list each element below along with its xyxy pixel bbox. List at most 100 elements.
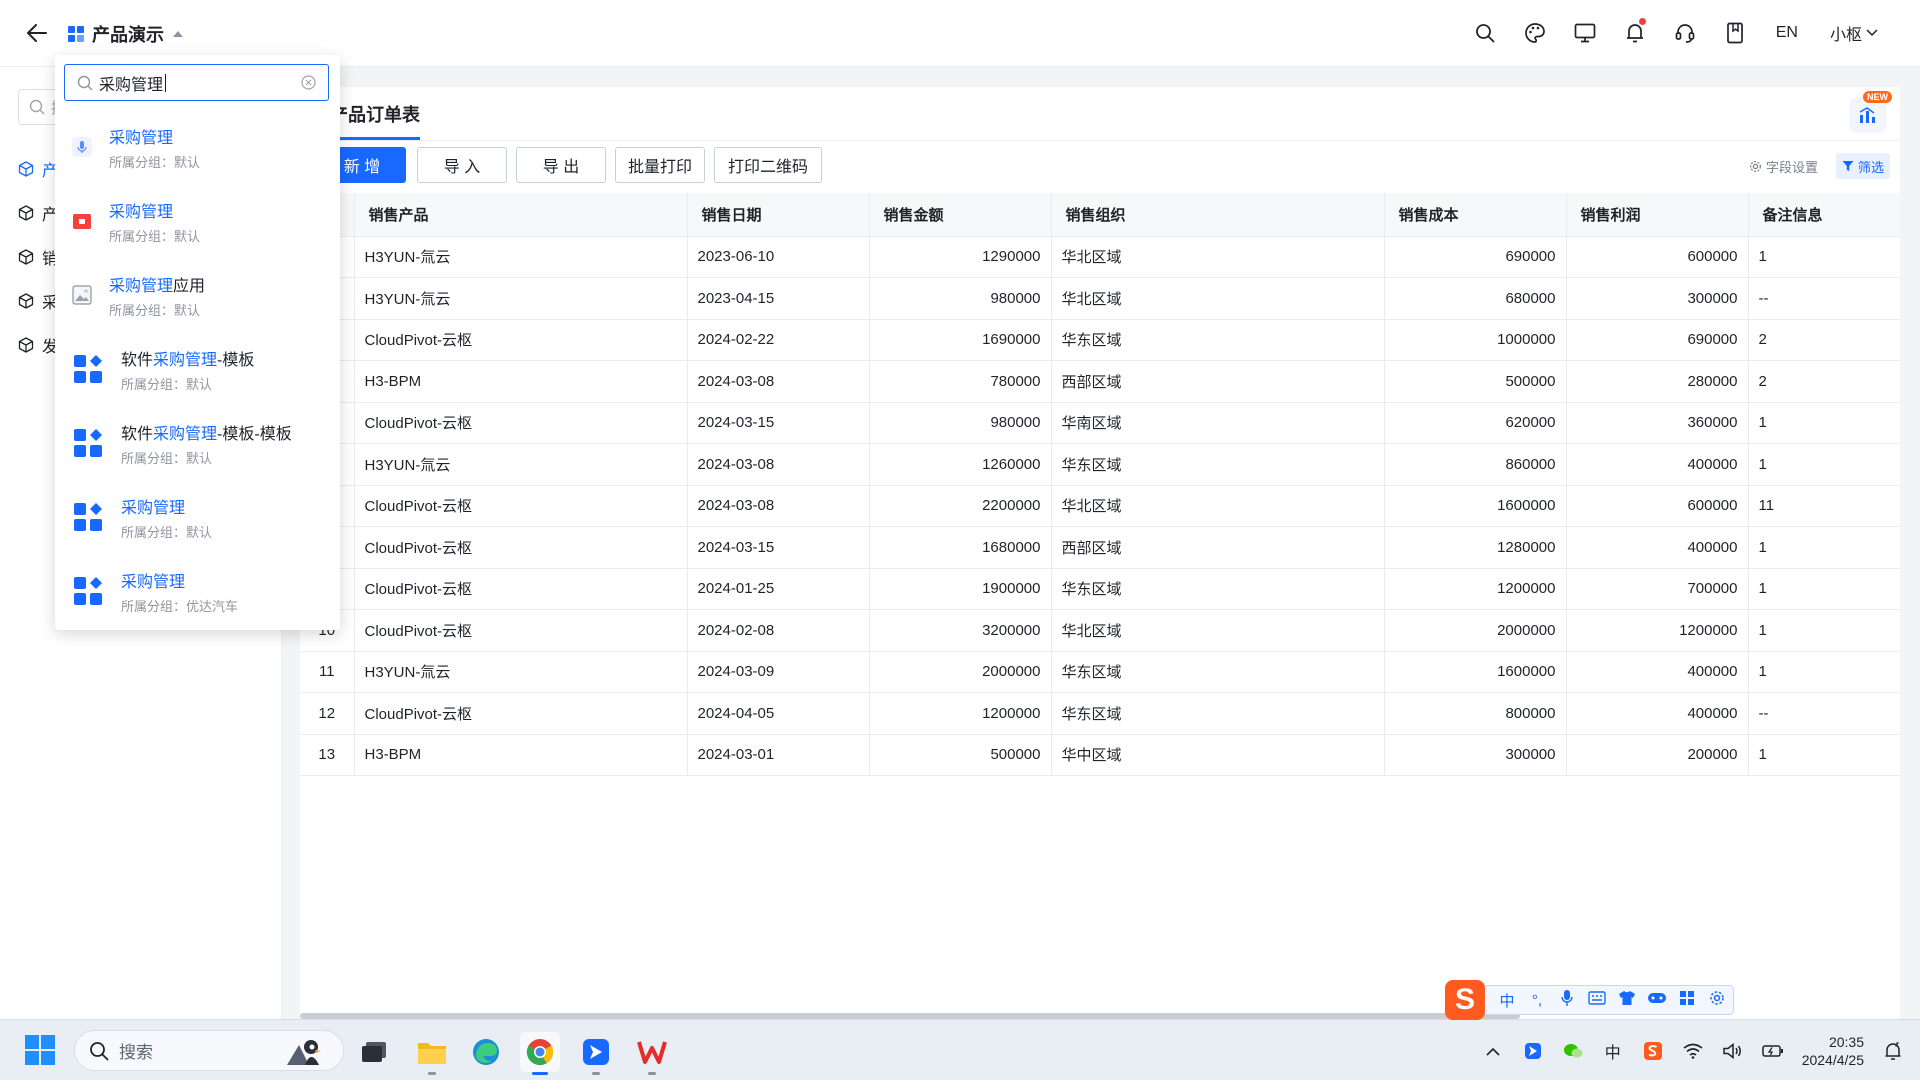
battery-icon[interactable]	[1761, 1040, 1784, 1062]
app-search-input[interactable]: 采购管理	[64, 64, 329, 101]
table-header-row: 销售产品 销售日期 销售金额 销售组织 销售成本 销售利润 备注信息	[300, 193, 1900, 237]
app-switcher[interactable]: 产品演示	[68, 20, 184, 48]
system-clock[interactable]: 20:35 2024/4/25	[1802, 1033, 1864, 1069]
search-result-item[interactable]: 采购管理 所属分组：优达汽车	[69, 559, 329, 623]
table-row[interactable]: 13 H3-BPM 2024-03-01 500000 华中区域 300000 200000…	[300, 734, 1900, 776]
ime-settings-icon[interactable]	[1707, 990, 1727, 1010]
table-row[interactable]: 4H3-BPM2024-03-08780000西部区域5000002800002	[300, 360, 1900, 403]
table-row[interactable]: 8CloudPivot-云枢2024-03-151680000西部区域12800…	[300, 526, 1900, 569]
bookmark-book-icon[interactable]	[1710, 16, 1760, 50]
column-header-org[interactable]: 销售组织	[1051, 193, 1385, 237]
palette-icon[interactable]	[1510, 16, 1560, 50]
taskbar-app-feishu-bird[interactable]	[576, 1032, 616, 1075]
table-row[interactable]: 6H3YUN-氚云2024-03-081260000华东区域8600004000…	[300, 443, 1900, 486]
ime-game-icon[interactable]	[1647, 991, 1667, 1009]
red-box-app-icon	[69, 208, 95, 234]
field-settings-button[interactable]: 字段设置	[1743, 153, 1824, 179]
cell-cost: 1600000	[1384, 485, 1567, 527]
table-row[interactable]: 5CloudPivot-云枢2024-03-15980000华南区域620000…	[300, 402, 1900, 444]
column-header-product[interactable]: 销售产品	[354, 193, 688, 237]
table-row[interactable]: 10 CloudPivot-云枢 2024-02-08 3200000 华北区域 2000…	[300, 609, 1900, 652]
print-qr-button[interactable]: 打印二维码	[714, 147, 822, 183]
clear-icon[interactable]	[301, 75, 316, 94]
search-result-name: 采购管理	[121, 494, 212, 518]
cell-profit: 400000	[1566, 526, 1749, 569]
language-switch[interactable]: EN	[1760, 24, 1814, 42]
import-button[interactable]: 导 入	[417, 147, 507, 183]
ime-skin-shirt-icon[interactable]	[1617, 990, 1637, 1010]
cell-note: 1	[1748, 651, 1900, 693]
tray-feishu-icon[interactable]	[1522, 1040, 1544, 1062]
sogou-logo-icon[interactable]: S	[1445, 980, 1485, 1020]
tray-ime-mode[interactable]: 中	[1602, 1040, 1624, 1062]
ime-punctuation[interactable]: °,	[1527, 992, 1547, 1009]
ime-keyboard-icon[interactable]	[1587, 991, 1607, 1009]
search-result-item[interactable]: 采购管理应用 所属分组：默认	[69, 263, 329, 327]
cell-product: H3YUN-氚云	[354, 651, 688, 693]
ime-chinese-mode[interactable]: 中	[1497, 990, 1517, 1011]
taskbar-app-chrome[interactable]	[520, 1032, 560, 1075]
cell-profit: 400000	[1566, 651, 1749, 693]
filter-button[interactable]: 筛选	[1835, 153, 1890, 179]
tray-wechat-icon[interactable]	[1562, 1040, 1584, 1062]
back-arrow-icon[interactable]	[24, 20, 50, 46]
taskbar-app-wps[interactable]	[632, 1032, 672, 1075]
cell-profit: 360000	[1566, 402, 1749, 444]
column-header-cost[interactable]: 销售成本	[1384, 193, 1567, 237]
search-result-item[interactable]: 采购管理 所属分组：默认	[69, 189, 329, 253]
search-result-item[interactable]: 采购管理 所属分组：默认	[69, 485, 329, 549]
taskbar-app-file-explorer[interactable]	[412, 1032, 452, 1075]
batch-print-button[interactable]: 批量打印	[615, 147, 705, 183]
cell-product: CloudPivot-云枢	[354, 526, 688, 569]
table-row[interactable]: 9CloudPivot-云枢2024-01-251900000华东区域12000…	[300, 568, 1900, 610]
notification-center-icon[interactable]	[1882, 1040, 1904, 1062]
cell-date: 2024-03-08	[687, 485, 870, 527]
taskbar-app-task-view[interactable]	[354, 1032, 394, 1072]
search-icon	[90, 1041, 109, 1060]
table-row[interactable]: 12 CloudPivot-云枢 2024-04-05 1200000 华东区域 8000…	[300, 692, 1900, 735]
search-result-group: 所属分组：默认	[121, 376, 213, 392]
column-header-date[interactable]: 销售日期	[687, 193, 870, 237]
table-row[interactable]: 1 H3YUN-氚云2023-06-101290000华北区域6900006000…	[300, 236, 1900, 278]
text-caret	[165, 73, 167, 92]
page-title: 产品订单表	[330, 101, 420, 140]
search-result-group: 所属分组：默认	[109, 228, 201, 244]
user-menu[interactable]: 小枢	[1814, 21, 1894, 45]
cell-note: 1	[1748, 236, 1900, 278]
chevron-up-icon[interactable]	[1482, 1040, 1504, 1062]
ime-voice-icon[interactable]	[1557, 989, 1577, 1011]
search-result-item[interactable]: 采购管理 所属分组：默认	[69, 115, 329, 179]
cell-profit: 280000	[1566, 360, 1749, 403]
monitor-icon[interactable]	[1560, 16, 1610, 50]
column-header-profit[interactable]: 销售利润	[1566, 193, 1749, 237]
wifi-icon[interactable]	[1682, 1040, 1704, 1062]
cube-icon	[18, 161, 34, 177]
search-result-item[interactable]: 软件采购管理-模板 所属分组：默认	[69, 337, 329, 401]
cell-amount: 1290000	[869, 236, 1052, 278]
cell-date: 2024-02-22	[687, 319, 870, 361]
app-search-value: 采购管理	[99, 76, 164, 94]
taskbar-app-edge[interactable]	[466, 1032, 506, 1072]
ime-toolbox-icon[interactable]	[1677, 990, 1697, 1010]
export-button[interactable]: 导 出	[516, 147, 606, 183]
bell-icon[interactable]	[1610, 16, 1660, 50]
table-row[interactable]: 7CloudPivot-云枢2024-03-082200000华北区域16000…	[300, 485, 1900, 527]
cell-cost: 300000	[1384, 734, 1567, 776]
windows-start-icon[interactable]	[24, 1034, 56, 1066]
table-row[interactable]: 3CloudPivot-云枢2024-02-221690000华东区域10000…	[300, 319, 1900, 361]
taskbar-search[interactable]: 搜索	[74, 1030, 344, 1071]
chart-analysis-button[interactable]: NEW	[1850, 91, 1892, 133]
cell-cost: 680000	[1384, 277, 1567, 320]
cell-amount: 500000	[869, 734, 1052, 776]
table-row[interactable]: 2H3YUN-氚云2023-04-15980000华北区域68000030000…	[300, 277, 1900, 320]
search-result-meta: 采购管理 所属分组：默认	[121, 494, 212, 541]
search-icon[interactable]	[1460, 16, 1510, 50]
column-header-amount[interactable]: 销售金额	[869, 193, 1052, 237]
main-panel: 产品订单表 NEW 新 增 导 入 导 出 批量打印 打印二维码 字段设置 筛选	[300, 87, 1900, 1019]
volume-icon[interactable]	[1722, 1040, 1744, 1062]
column-header-note[interactable]: 备注信息	[1748, 193, 1900, 237]
table-row[interactable]: 11 H3YUN-氚云 2024-03-09 2000000 华东区域 1600000 40…	[300, 651, 1900, 693]
tray-sogou-icon[interactable]	[1642, 1040, 1664, 1062]
search-result-item[interactable]: 软件采购管理-模板-模板 所属分组：默认	[69, 411, 329, 475]
support-headset-icon[interactable]	[1660, 16, 1710, 50]
